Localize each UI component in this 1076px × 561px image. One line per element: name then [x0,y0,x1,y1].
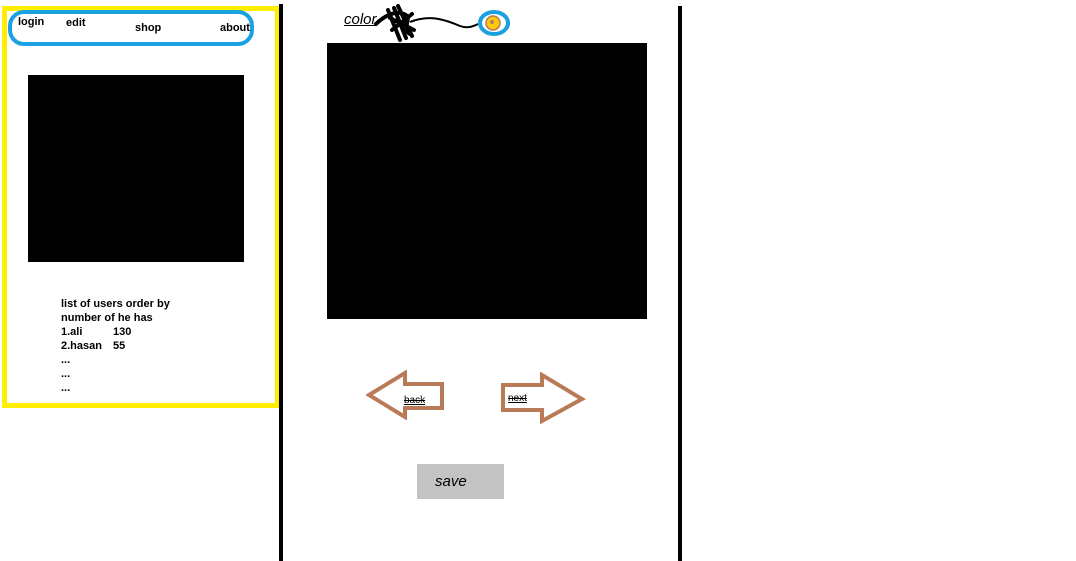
nav-about-link[interactable]: about [220,22,250,34]
user-name: 2.hasan [61,340,102,352]
list-ellipsis: ... [61,354,71,366]
divider-right [678,6,682,561]
user-count: 130 [113,326,132,338]
user-list-title-line2: number of he has [61,312,153,324]
nav-bar [8,10,254,46]
color-picker-button[interactable] [478,10,510,36]
back-button[interactable]: back [366,370,446,420]
save-button[interactable]: save [417,464,504,499]
nav-shop-link[interactable]: shop [135,22,161,34]
user-name: 1.ali [61,326,83,338]
image-preview [28,75,244,262]
user-ranking-list: list of users order by number of he has … [61,297,221,395]
user-count: 55 [113,340,126,352]
back-label: back [404,395,426,406]
nav-login-link[interactable]: login [18,16,44,28]
next-button[interactable]: next [500,372,586,426]
list-ellipsis: ... [61,382,71,394]
list-item: 2.hasan 55 [61,339,221,353]
list-ellipsis: ... [61,368,71,380]
next-label: next [508,393,527,404]
user-list-title-line1: list of users order by [61,298,170,310]
list-item: 1.ali 130 [61,325,221,339]
divider-left [279,4,283,561]
drawing-canvas[interactable] [327,43,647,319]
nav-edit-link[interactable]: edit [66,17,86,29]
